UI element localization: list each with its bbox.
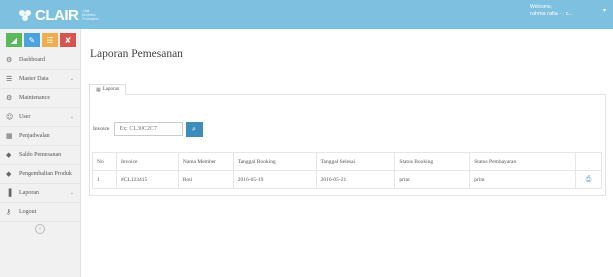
sidebar-item-penjadwalan[interactable]: ▦ Penjadwalan xyxy=(0,127,80,146)
sidebar-item-dashboard[interactable]: ⚙ Dashboard xyxy=(0,51,80,70)
chart-icon[interactable]: ◢ xyxy=(6,33,22,47)
col-status-pembayaran: Status Pembayaran xyxy=(469,152,576,171)
collapse-icon[interactable]: ‹ xyxy=(35,224,45,234)
col-action xyxy=(575,152,602,171)
sidebar-item-saldo-pemesanan[interactable]: ◆ Saldo Pemesanan xyxy=(0,146,80,165)
col-no: No xyxy=(92,152,117,171)
col-tanggal-booking: Tanggal Booking xyxy=(232,152,317,171)
sidebar: ◢ ✎ ☰ ✘ ⚙ Dashboard ☰ Master Data ⌄ ⚙ Ma… xyxy=(0,29,81,277)
calendar-icon: ▦ xyxy=(6,132,13,140)
sidebar-item-master-data[interactable]: ☰ Master Data ⌄ xyxy=(0,70,80,89)
sidebar-item-label: Maintenance xyxy=(19,95,50,101)
cell-status-pembayaran: print xyxy=(469,170,576,189)
tab-label: Laporan xyxy=(102,87,120,92)
sidebar-item-label: Laporan xyxy=(19,190,39,196)
dashboard-icon: ⚙ xyxy=(6,56,13,64)
cell-invoice: #CL123415 xyxy=(115,170,179,189)
cell-tanggal-selesai: 2016-05-21 xyxy=(315,170,396,189)
col-invoice: Invoice xyxy=(115,152,179,171)
sidebar-item-pengembalian-produk[interactable]: ◆ Pengembalian Produk xyxy=(0,165,80,184)
report-table: No Invoice Nama Member Tanggal Booking T… xyxy=(92,152,602,189)
caret-down-icon: ▾ xyxy=(602,8,606,14)
col-status-booking: Status Booking xyxy=(394,152,471,171)
table-row: 1 #CL123415 Roti 2016-05-19 2016-05-21 p… xyxy=(92,170,602,189)
user-menu[interactable]: Welcome, rahma rafia - : c... ▾ xyxy=(530,4,610,26)
sidebar-item-logout[interactable]: ⚷ Logout xyxy=(0,203,80,222)
tab-laporan[interactable]: ▦ Laporan xyxy=(89,84,127,95)
share-icon[interactable]: ✘ xyxy=(60,33,76,47)
search-icon: ⌕ xyxy=(192,124,196,133)
top-header: CLAIR Clair Brothers Production Welcome,… xyxy=(0,0,613,29)
page-title: Laporan Pemesanan xyxy=(90,48,183,60)
sidebar-item-label: Logout xyxy=(19,209,37,215)
cell-tanggal-booking: 2016-05-19 xyxy=(232,170,317,189)
list-icon: ☰ xyxy=(6,75,13,83)
sidebar-item-label: Penjadwalan xyxy=(19,133,50,139)
cell-nama-member: Roti xyxy=(177,170,234,189)
col-nama-member: Nama Member xyxy=(177,152,234,171)
users-icon[interactable]: ☰ xyxy=(42,33,58,47)
key-icon: ⚷ xyxy=(6,208,12,216)
users-icon: ☺ xyxy=(6,113,14,121)
sidebar-item-label: Dashboard xyxy=(19,57,45,63)
cell-no: 1 xyxy=(92,170,117,189)
invoice-search-input[interactable] xyxy=(113,122,183,136)
tag-icon: ◆ xyxy=(6,170,12,178)
sidebar-item-label: Master Data xyxy=(19,76,49,82)
sidebar-item-user[interactable]: ☺ User ⌄ xyxy=(0,108,80,127)
chevron-down-icon: ⌄ xyxy=(69,76,74,82)
search-row: Invoice ⌕ xyxy=(93,121,203,137)
sidebar-item-laporan[interactable]: ▐ Laporan ⌄ xyxy=(0,184,80,203)
table-header-row: No Invoice Nama Member Tanggal Booking T… xyxy=(92,152,602,171)
sidebar-item-label: User xyxy=(19,114,31,120)
table-icon: ▦ xyxy=(96,86,101,93)
brand-name: CLAIR xyxy=(35,6,79,24)
cogs-icon: ⚙ xyxy=(6,94,13,102)
col-tanggal-selesai: Tanggal Selesai xyxy=(315,152,396,171)
bar-chart-icon: ▐ xyxy=(6,189,12,197)
quick-buttons: ◢ ✎ ☰ ✘ xyxy=(0,29,80,51)
pencil-icon[interactable]: ✎ xyxy=(24,33,40,47)
sidebar-item-maintenance[interactable]: ⚙ Maintenance xyxy=(0,89,80,108)
chevron-down-icon: ⌄ xyxy=(69,190,74,196)
brand[interactable]: CLAIR Clair Brothers Production xyxy=(17,4,100,26)
welcome-text: Welcome, xyxy=(530,4,553,10)
tag-icon: ◆ xyxy=(6,151,12,159)
chevron-down-icon: ⌄ xyxy=(69,114,74,120)
sidebar-collapse: ‹ xyxy=(0,222,80,236)
invoice-label: Invoice xyxy=(93,126,110,132)
print-icon[interactable]: ⎙ xyxy=(575,170,602,189)
brand-logo-icon xyxy=(17,8,33,22)
sidebar-item-label: Pengembalian Produk xyxy=(19,171,72,177)
cell-status-booking: print xyxy=(394,170,471,189)
user-name: rahma rafia - : c... xyxy=(530,11,574,17)
brand-tagline: Clair Brothers Production xyxy=(82,9,100,21)
sidebar-item-label: Saldo Pemesanan xyxy=(19,152,62,158)
search-button[interactable]: ⌕ xyxy=(185,121,203,137)
